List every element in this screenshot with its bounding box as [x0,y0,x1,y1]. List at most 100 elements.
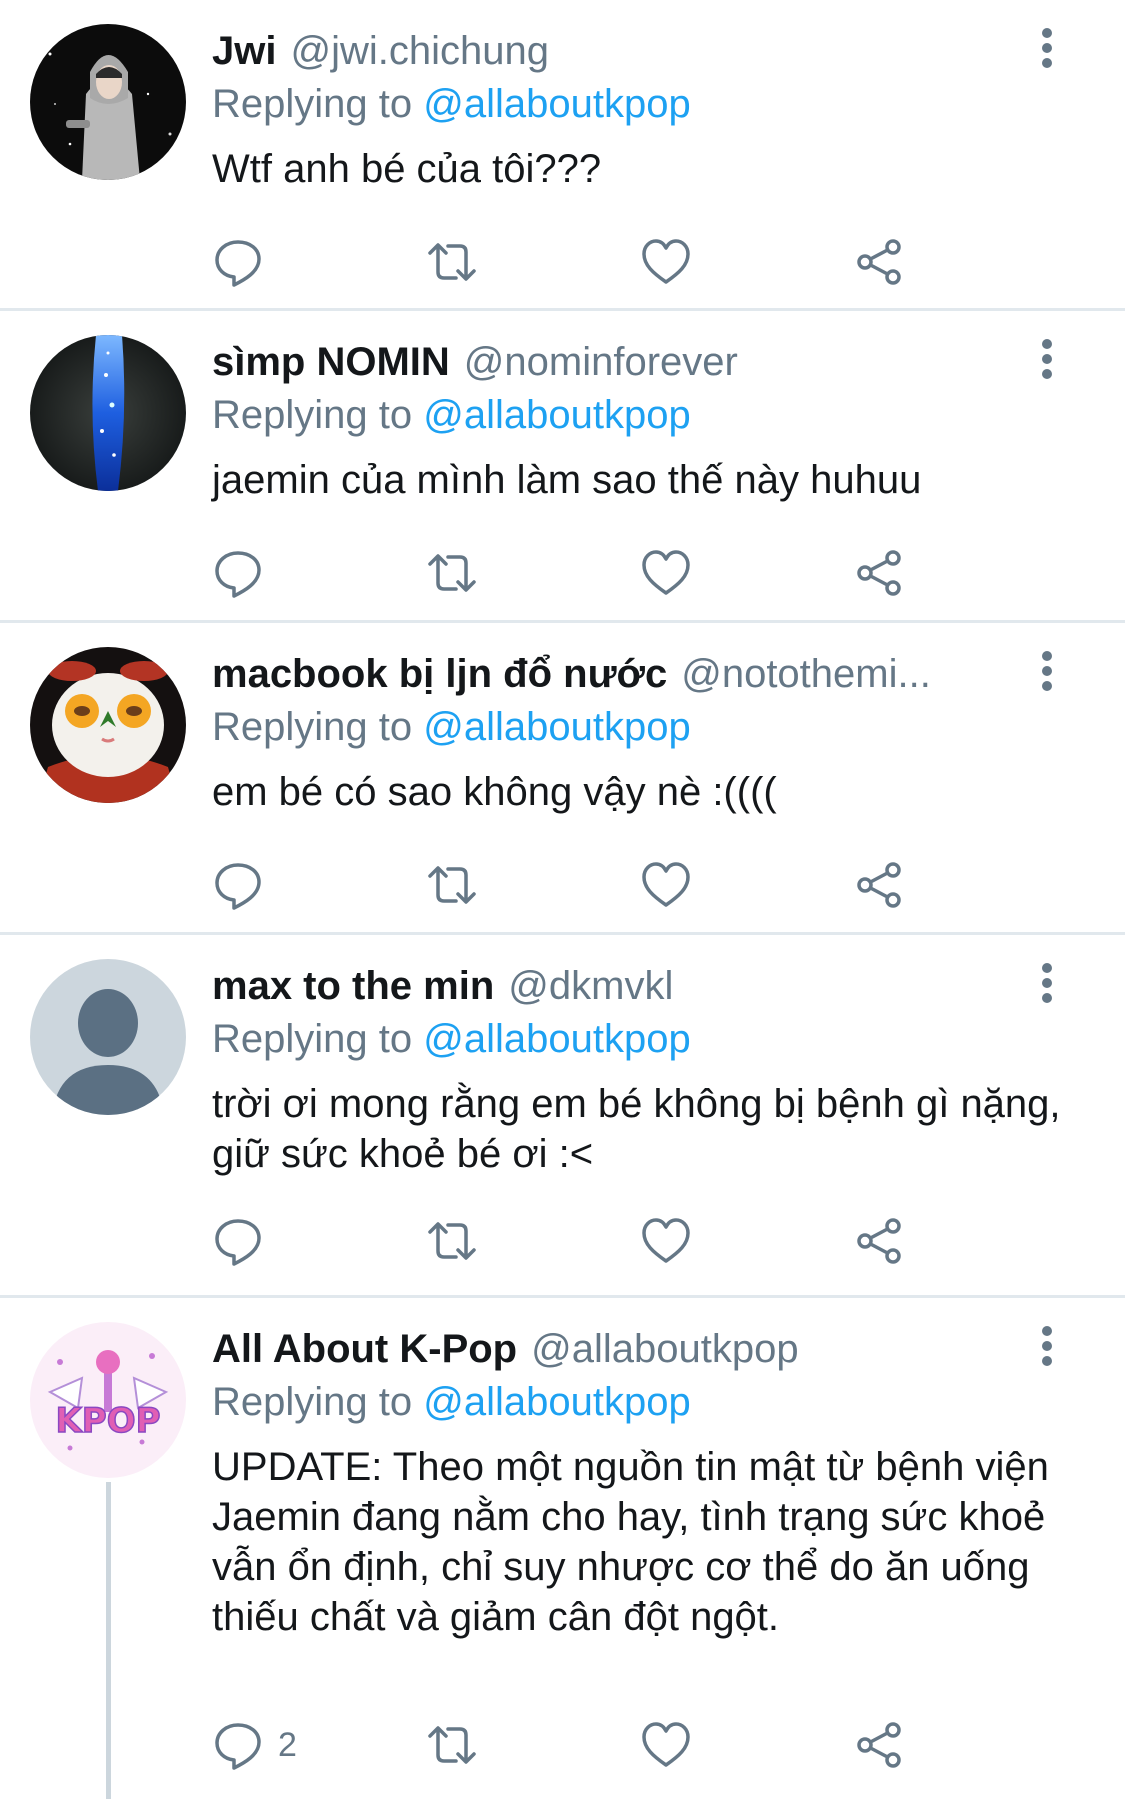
thread-connector [106,1482,111,1799]
replying-to-handle[interactable]: @allaboutkpop [423,1017,690,1061]
avatar[interactable] [30,335,186,491]
more-vertical-icon[interactable] [1027,1324,1067,1368]
retweet-button[interactable] [426,232,478,292]
like-button[interactable] [640,543,692,603]
tweet-card[interactable]: Jwi @jwi.chichung Replying to @allaboutkp… [0,0,1125,311]
avatar[interactable] [30,647,186,803]
like-button[interactable] [640,855,692,915]
tweet-header: macbook bị ljn đổ nước @notothemi... [212,647,975,701]
replying-to: Replying to @allaboutkpop [212,1013,1065,1065]
reply-button[interactable]: 2 [212,1715,297,1775]
heart-icon [642,239,690,284]
like-button[interactable] [640,1715,692,1775]
reply-button[interactable] [212,543,278,603]
retweet-button[interactable] [426,543,478,603]
replying-to-prefix: Replying to [212,1017,424,1061]
retweet-icon [428,243,476,281]
tweet-content: sìmp NOMIN @nominforever Replying to @all… [212,335,1065,505]
more-vertical-icon[interactable] [1027,961,1067,1005]
retweet-icon [428,554,476,592]
reply-button[interactable] [212,232,278,292]
tweet-card[interactable]: sìmp NOMIN @nominforever Replying to @all… [0,311,1125,623]
share-button[interactable] [854,232,906,292]
retweet-icon [428,866,476,904]
retweet-button[interactable] [426,1211,478,1271]
user-handle[interactable]: @notothemi... [681,652,931,696]
tweet-header: All About K-Pop @allaboutkpop [212,1322,975,1376]
reply-count: 2 [278,1725,297,1764]
replying-to-prefix: Replying to [212,82,424,126]
share-icon [857,1722,901,1768]
share-button[interactable] [854,1211,906,1271]
avatar[interactable] [30,24,186,180]
tweet-text: UPDATE: Theo một nguồn tin mật từ bệnh v… [212,1445,1049,1639]
avatar[interactable] [30,959,186,1115]
display-name[interactable]: max to the min [212,964,494,1008]
tweet-text: em bé có sao không vậy nè :(((( [212,770,777,814]
replying-to: Replying to @allaboutkpop [212,701,1065,753]
tweet-header: max to the min @dkmvkl [212,959,975,1013]
replying-to-handle[interactable]: @allaboutkpop [423,82,690,126]
more-vertical-icon[interactable] [1027,26,1067,70]
avatar-logo-text: KPOP [55,1401,160,1441]
retweet-button[interactable] [426,855,478,915]
avatar[interactable]: KPOP [30,1322,186,1478]
share-icon [857,1218,901,1264]
tweet-card[interactable]: macbook bị ljn đổ nước @notothemi... Repl… [0,623,1125,935]
user-handle[interactable]: @allaboutkpop [531,1327,798,1371]
tweet-actions [212,855,1012,915]
tweet-actions [212,232,1012,292]
tweet-actions [212,1211,1012,1271]
replying-to: Replying to @allaboutkpop [212,1376,1065,1428]
heart-icon [642,550,690,595]
reply-bubble-icon [215,240,261,287]
replying-to-handle[interactable]: @allaboutkpop [423,1380,690,1424]
user-handle[interactable]: @nominforever [464,340,738,384]
tweet-card[interactable]: KPOP All About K-Pop @allaboutkpop Replyi… [0,1298,1125,1799]
retweet-icon [428,1726,476,1764]
tweet-text: trời ơi mong rằng em bé không bị bệnh gì… [212,1082,1061,1176]
reply-feed: Jwi @jwi.chichung Replying to @allaboutkp… [0,0,1125,1799]
like-button[interactable] [640,1211,692,1271]
heart-icon [642,1722,690,1767]
share-button[interactable] [854,543,906,603]
more-vertical-icon[interactable] [1027,649,1067,693]
tweet-header: Jwi @jwi.chichung [212,24,975,78]
display-name[interactable]: Jwi [212,29,276,73]
reply-button[interactable] [212,1211,278,1271]
tweet-card[interactable]: max to the min @dkmvkl Replying to @allab… [0,935,1125,1298]
share-button[interactable] [854,855,906,915]
tweet-content: Jwi @jwi.chichung Replying to @allaboutkp… [212,24,1065,194]
replying-to-prefix: Replying to [212,705,424,749]
display-name[interactable]: macbook bị ljn đổ nước [212,652,667,696]
reply-bubble-icon [215,863,261,910]
replying-to-handle[interactable]: @allaboutkpop [423,393,690,437]
replying-to-prefix: Replying to [212,1380,424,1424]
more-vertical-icon[interactable] [1027,337,1067,381]
user-handle[interactable]: @dkmvkl [508,964,673,1008]
reply-button[interactable] [212,855,278,915]
tweet-content: max to the min @dkmvkl Replying to @allab… [212,959,1065,1179]
display-name[interactable]: All About K-Pop [212,1327,517,1371]
tweet-content: All About K-Pop @allaboutkpop Replying to… [212,1322,1065,1642]
heart-icon [642,1218,690,1263]
display-name[interactable]: sìmp NOMIN [212,340,450,384]
tweet-header: sìmp NOMIN @nominforever [212,335,975,389]
tweet-actions [212,543,1012,603]
replying-to: Replying to @allaboutkpop [212,78,1065,130]
replying-to-prefix: Replying to [212,393,424,437]
replying-to-handle[interactable]: @allaboutkpop [423,705,690,749]
user-handle[interactable]: @jwi.chichung [290,29,549,73]
reply-bubble-icon [215,1723,261,1770]
tweet-text: Wtf anh bé của tôi??? [212,147,602,191]
share-icon [857,862,901,908]
replying-to: Replying to @allaboutkpop [212,389,1065,441]
retweet-button[interactable] [426,1715,478,1775]
share-button[interactable] [854,1715,906,1775]
like-button[interactable] [640,232,692,292]
share-icon [857,239,901,285]
retweet-icon [428,1222,476,1260]
tweet-text: jaemin của mình làm sao thế này huhuu [212,458,922,502]
reply-bubble-icon [215,1219,261,1266]
heart-icon [642,862,690,907]
